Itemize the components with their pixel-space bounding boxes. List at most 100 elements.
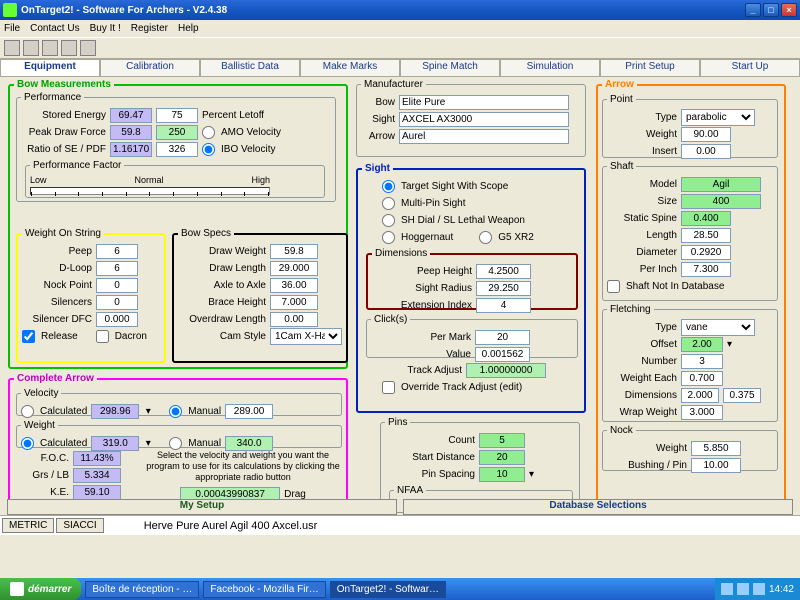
tab-print-setup[interactable]: Print Setup	[600, 59, 700, 76]
maximize-button[interactable]: □	[763, 3, 779, 17]
start-button[interactable]: démarrer	[0, 578, 81, 600]
per-inch-field[interactable]	[681, 262, 731, 277]
menu-help[interactable]: Help	[178, 23, 199, 34]
tray-icon-1[interactable]	[721, 583, 733, 595]
tab-equipment[interactable]: Equipment	[0, 59, 100, 76]
wt-manual-field[interactable]	[225, 436, 273, 451]
release-check[interactable]	[22, 330, 35, 343]
menu-register[interactable]: Register	[131, 23, 168, 34]
static-spine-field[interactable]	[681, 211, 731, 226]
silencer-dfc-field[interactable]	[96, 312, 138, 327]
amo-radio[interactable]	[202, 126, 215, 139]
g5-radio[interactable]	[479, 231, 492, 244]
database-selections-tab[interactable]: Database Selections	[403, 499, 793, 515]
mfg-bow-field[interactable]	[399, 95, 569, 110]
tab-ballistic[interactable]: Ballistic Data	[200, 59, 300, 76]
sight-radius-field[interactable]	[476, 281, 531, 296]
length-field[interactable]	[681, 228, 731, 243]
insert-field[interactable]	[681, 144, 731, 159]
wrap-field[interactable]	[681, 405, 723, 420]
weight-each-field[interactable]	[681, 371, 723, 386]
menu-contact[interactable]: Contact Us	[30, 23, 79, 34]
count-field[interactable]	[479, 433, 525, 448]
override-check[interactable]	[382, 381, 395, 394]
task-item-3[interactable]: OnTarget2! - Softwar…	[330, 581, 446, 598]
draw-weight-field[interactable]	[270, 244, 318, 259]
ibo-radio[interactable]	[202, 143, 215, 156]
spacing-field[interactable]	[479, 467, 525, 482]
tab-spine-match[interactable]: Spine Match	[400, 59, 500, 76]
offset-field[interactable]	[681, 337, 723, 352]
ext-index-field[interactable]	[476, 298, 531, 313]
tool-icon-4[interactable]	[61, 40, 77, 56]
sheet-tab-siacci[interactable]: SIACCI	[56, 518, 103, 533]
my-setup-tab[interactable]: My Setup	[7, 499, 397, 515]
dloop-field[interactable]	[96, 261, 138, 276]
close-button[interactable]: ×	[781, 3, 797, 17]
tab-calibration[interactable]: Calibration	[100, 59, 200, 76]
vel-calc-field[interactable]	[91, 404, 139, 419]
ke-field[interactable]	[73, 485, 121, 500]
menu-buy[interactable]: Buy It !	[90, 23, 121, 34]
stored-energy-field[interactable]	[110, 108, 152, 123]
offset-spin[interactable]: ▾	[727, 339, 732, 350]
pdf-right-field[interactable]	[156, 125, 198, 140]
tool-icon-5[interactable]	[80, 40, 96, 56]
target-sight-radio[interactable]	[382, 180, 395, 193]
vel-calc-radio[interactable]	[21, 405, 34, 418]
silencers-field[interactable]	[96, 295, 138, 310]
bushing-field[interactable]	[691, 458, 741, 473]
wt-calc-spin[interactable]: ▾	[143, 438, 153, 449]
track-adjust-field[interactable]	[466, 363, 546, 378]
spacing-spin[interactable]: ▾	[529, 469, 534, 480]
mfg-sight-field[interactable]	[399, 112, 569, 127]
tray-icon-2[interactable]	[737, 583, 749, 595]
start-field[interactable]	[479, 450, 525, 465]
sh-dial-radio[interactable]	[382, 214, 395, 227]
per-mark-field[interactable]	[475, 330, 530, 345]
size-field[interactable]	[681, 194, 761, 209]
ratio-field[interactable]	[110, 142, 152, 157]
dim-b-field[interactable]	[723, 388, 761, 403]
dacron-check[interactable]	[96, 330, 109, 343]
tool-icon-1[interactable]	[4, 40, 20, 56]
peak-draw-force-field[interactable]	[110, 125, 152, 140]
pf-slider[interactable]	[30, 187, 270, 195]
percent-letoff-field[interactable]	[156, 108, 198, 123]
tab-simulation[interactable]: Simulation	[500, 59, 600, 76]
task-item-2[interactable]: Facebook - Mozilla Fir…	[203, 581, 325, 598]
mfg-arrow-field[interactable]	[399, 129, 569, 144]
wt-manual-radio[interactable]	[169, 437, 182, 450]
peep-height-field[interactable]	[476, 264, 531, 279]
diameter-field[interactable]	[681, 245, 731, 260]
tray-icon-3[interactable]	[753, 583, 765, 595]
draw-length-field[interactable]	[270, 261, 318, 276]
point-type-select[interactable]: parabolic	[681, 109, 755, 126]
wt-calc-radio[interactable]	[21, 437, 34, 450]
brace-field[interactable]	[270, 295, 318, 310]
nk-weight-field[interactable]	[691, 441, 741, 456]
multi-pin-radio[interactable]	[382, 197, 395, 210]
foc-field[interactable]	[73, 451, 121, 466]
hogg-radio[interactable]	[382, 231, 395, 244]
point-weight-field[interactable]	[681, 127, 731, 142]
cam-style-select[interactable]: 1Cam X-Hard	[270, 328, 342, 345]
menu-file[interactable]: File	[4, 23, 20, 34]
model-field[interactable]	[681, 177, 761, 192]
axle-field[interactable]	[270, 278, 318, 293]
sheet-tab-metric[interactable]: METRIC	[2, 518, 54, 533]
number-field[interactable]	[681, 354, 723, 369]
tool-icon-3[interactable]	[42, 40, 58, 56]
not-in-db-check[interactable]	[607, 280, 620, 293]
vel-calc-spin[interactable]: ▾	[143, 406, 153, 417]
wt-calc-field[interactable]	[91, 436, 139, 451]
vel-manual-radio[interactable]	[169, 405, 182, 418]
ratio-right-field[interactable]	[156, 142, 198, 157]
tab-start-up[interactable]: Start Up	[700, 59, 800, 76]
peep-field[interactable]	[96, 244, 138, 259]
vel-manual-field[interactable]	[225, 404, 273, 419]
fl-type-select[interactable]: vane	[681, 319, 755, 336]
value-field[interactable]	[475, 347, 530, 362]
dim-a-field[interactable]	[681, 388, 719, 403]
overdraw-field[interactable]	[270, 312, 318, 327]
